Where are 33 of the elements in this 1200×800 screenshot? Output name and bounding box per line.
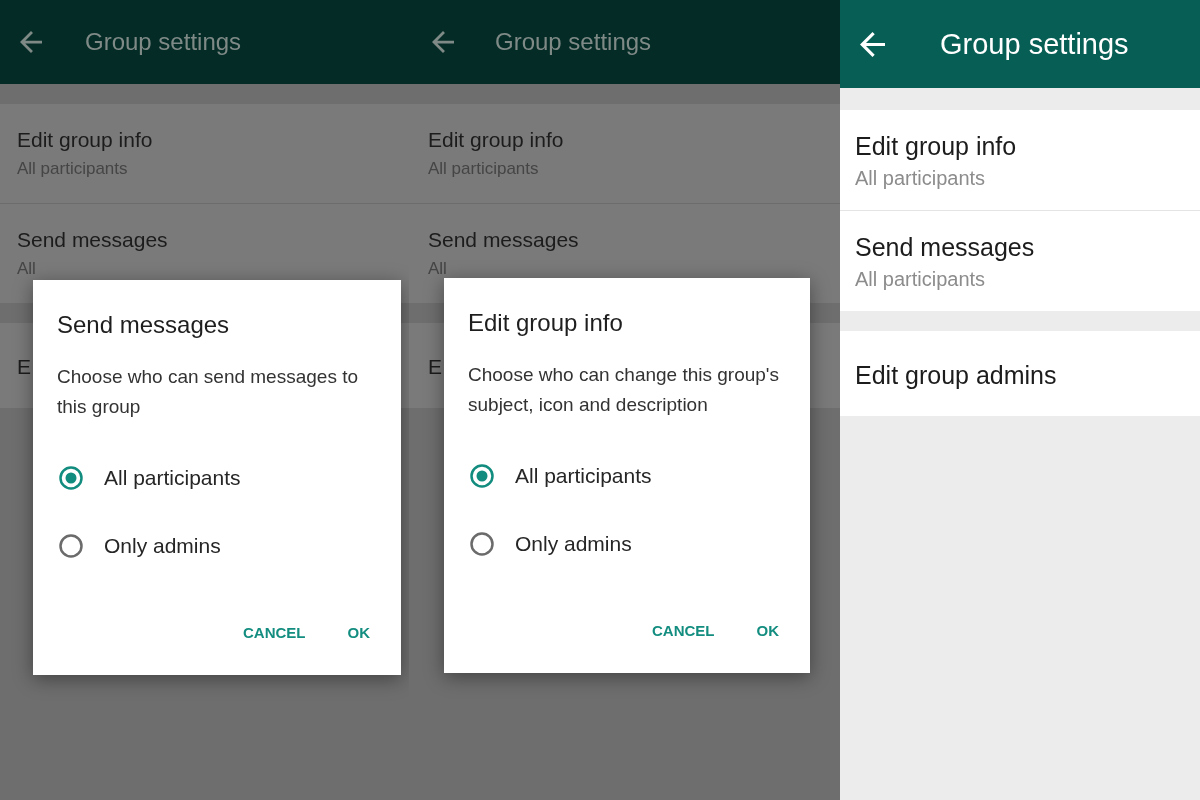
- setting-title[interactable]: Send messages: [17, 225, 168, 255]
- setting-title[interactable]: Send messages: [855, 232, 1035, 262]
- setting-title[interactable]: Edit group admins: [855, 360, 1057, 390]
- option-label[interactable]: Only admins: [515, 532, 632, 556]
- dialog-title: Edit group info: [468, 308, 623, 338]
- radio-button[interactable]: [59, 466, 83, 490]
- setting-title[interactable]: Edit group info: [855, 131, 1017, 161]
- radio-button[interactable]: [59, 534, 83, 558]
- toolbar-title: Group settings: [495, 28, 652, 56]
- setting-title[interactable]: Send messages: [428, 225, 579, 255]
- back-icon[interactable]: [432, 31, 454, 53]
- dialog-button[interactable]: CANCEL: [231, 612, 318, 652]
- setting-title[interactable]: Edit group info: [428, 125, 564, 155]
- setting-value: All participants: [855, 167, 986, 189]
- radio-button[interactable]: [470, 532, 494, 556]
- dialog-button[interactable]: OK: [744, 610, 791, 650]
- option-label[interactable]: Only admins: [104, 534, 221, 558]
- setting-value: All participants: [855, 268, 986, 290]
- radio-button[interactable]: [470, 464, 494, 488]
- setting-title[interactable]: Edit group info: [17, 125, 153, 155]
- toolbar-title: Group settings: [940, 27, 1129, 61]
- dialog-title: Send messages: [57, 310, 230, 340]
- dialog-button[interactable]: CANCEL: [640, 610, 727, 650]
- setting-title[interactable]: E: [17, 352, 31, 382]
- dialog-message: Choose who can send messages to this group: [57, 365, 359, 419]
- setting-title[interactable]: E: [428, 352, 442, 382]
- dialog-button[interactable]: OK: [335, 612, 382, 652]
- option-label[interactable]: All participants: [104, 466, 241, 490]
- back-icon[interactable]: [20, 31, 42, 53]
- dialog-message: Choose who can change this group's subject, icon and description: [468, 363, 780, 417]
- back-icon[interactable]: [860, 31, 885, 57]
- option-label[interactable]: All participants: [515, 464, 652, 488]
- toolbar-title: Group settings: [85, 28, 242, 56]
